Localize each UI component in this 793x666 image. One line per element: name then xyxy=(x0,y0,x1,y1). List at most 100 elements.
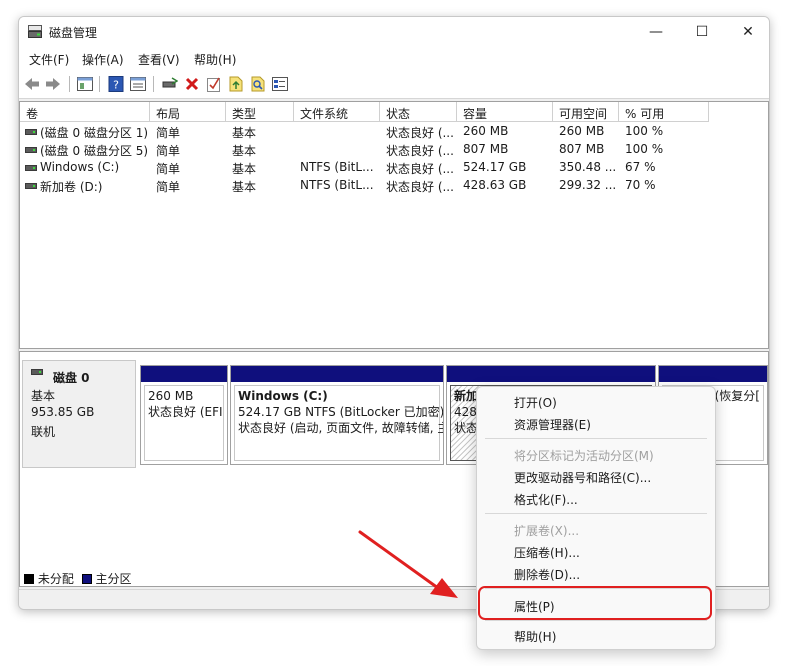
menu-action[interactable]: 操作(A) xyxy=(82,51,124,68)
help-icon[interactable]: ? xyxy=(107,75,125,93)
volume-capacity: 260 MB xyxy=(463,124,509,138)
close-button[interactable]: ✕ xyxy=(725,17,769,47)
back-icon[interactable] xyxy=(23,75,41,93)
menu-item-change-drive-letter[interactable]: 更改驱动器号和路径(C)... xyxy=(514,469,651,486)
partition-efi[interactable]: 260 MB 状态良好 (EFI xyxy=(140,365,228,465)
volume-status: 状态良好 (... xyxy=(386,144,454,158)
volume-free-space: 299.32 ... xyxy=(559,178,617,192)
disk-size: 953.85 GB xyxy=(31,405,95,419)
disk-0-label[interactable]: 磁盘 0 基本 953.85 GB 联机 xyxy=(22,360,136,468)
window-title: 磁盘管理 xyxy=(49,26,98,40)
import-icon[interactable] xyxy=(227,75,245,93)
volume-percent-free: 67 % xyxy=(625,160,656,174)
volume-percent-free: 100 % xyxy=(625,124,664,138)
column-header-type[interactable]: 类型 xyxy=(226,102,294,122)
partition-title: Windows (C:) xyxy=(238,389,328,403)
volume-percent-free: 70 % xyxy=(625,178,656,192)
column-header-filesystem[interactable]: 文件系统 xyxy=(294,102,380,122)
volume-layout: 简单 xyxy=(156,162,181,176)
volume-name: 新加卷 (D:) xyxy=(40,180,103,194)
volume-free-space: 260 MB xyxy=(559,124,605,138)
forward-icon[interactable] xyxy=(44,75,62,93)
partition-size: 260 MB xyxy=(148,389,194,403)
volume-row[interactable]: (磁盘 0 磁盘分区 5) 简单 基本 状态良好 (... 807 MB 807… xyxy=(20,141,768,159)
volume-type: 基本 xyxy=(232,144,257,158)
menu-separator xyxy=(485,620,707,621)
unallocated-swatch xyxy=(24,574,34,584)
column-header-percent-free[interactable]: % 可用 xyxy=(619,102,709,122)
partition-status: 状态良好 (EFI xyxy=(148,405,223,419)
title-bar: 磁盘管理 — ☐ ✕ xyxy=(19,17,769,47)
menu-item-mark-active: 将分区标记为活动分区(M) xyxy=(514,449,654,463)
volume-layout: 简单 xyxy=(156,144,181,158)
volume-row[interactable]: Windows (C:) 简单 基本 NTFS (BitL... 状态良好 (.… xyxy=(20,159,768,177)
toolbar: ? xyxy=(19,69,769,99)
properties-highlight-annotation xyxy=(478,586,712,620)
column-header-status[interactable]: 状态 xyxy=(380,102,457,122)
legend: 未分配 主分区 xyxy=(24,570,132,587)
toolbar-separator xyxy=(69,76,70,92)
view-icon[interactable] xyxy=(129,75,147,93)
volume-icon xyxy=(25,183,37,189)
volume-name: (磁盘 0 磁盘分区 5) xyxy=(40,144,148,158)
volume-name: Windows (C:) xyxy=(40,160,120,174)
connect-icon[interactable] xyxy=(161,75,179,93)
red-arrow-annotation xyxy=(358,530,458,598)
check-icon[interactable] xyxy=(205,75,223,93)
volume-filesystem: NTFS (BitL... xyxy=(300,178,374,192)
primary-partition-bar xyxy=(231,366,443,382)
volume-capacity: 524.17 GB xyxy=(463,160,527,174)
column-header-layout[interactable]: 布局 xyxy=(150,102,226,122)
menu-item-format[interactable]: 格式化(F)... xyxy=(514,491,578,508)
svg-text:?: ? xyxy=(113,79,119,92)
disk-management-app-icon xyxy=(28,25,42,38)
column-header-volume[interactable]: 卷 xyxy=(20,102,150,122)
menu-item-explore[interactable]: 资源管理器(E) xyxy=(514,416,591,433)
primary-partition-bar xyxy=(659,366,767,382)
primary-swatch xyxy=(81,574,92,584)
delete-icon[interactable] xyxy=(183,75,201,93)
volume-capacity: 428.63 GB xyxy=(463,178,527,192)
volume-type: 基本 xyxy=(232,126,257,140)
volume-type: 基本 xyxy=(232,180,257,194)
search-icon[interactable] xyxy=(249,75,267,93)
volume-list: 卷 布局 类型 文件系统 状态 容量 可用空间 % 可用 (磁盘 0 磁盘分区 … xyxy=(19,101,769,349)
volume-type: 基本 xyxy=(232,162,257,176)
volume-icon xyxy=(25,147,37,153)
primary-partition-bar xyxy=(141,366,227,382)
volume-row[interactable]: 新加卷 (D:) 简单 基本 NTFS (BitL... 状态良好 (... 4… xyxy=(20,177,768,195)
legend-primary: 主分区 xyxy=(95,572,132,586)
volume-icon xyxy=(25,165,37,171)
column-header-capacity[interactable]: 容量 xyxy=(457,102,553,122)
legend-unallocated: 未分配 xyxy=(37,572,74,586)
menu-item-extend-volume: 扩展卷(X)... xyxy=(514,524,580,538)
menu-file[interactable]: 文件(F) xyxy=(29,51,69,68)
column-header-free-space[interactable]: 可用空间 xyxy=(553,102,619,122)
volume-status: 状态良好 (... xyxy=(386,126,454,140)
menu-item-delete-volume[interactable]: 删除卷(D)... xyxy=(514,566,580,583)
maximize-button[interactable]: ☐ xyxy=(679,17,725,47)
volume-filesystem: NTFS (BitL... xyxy=(300,160,374,174)
console-icon[interactable] xyxy=(76,75,94,93)
properties-icon[interactable] xyxy=(271,75,289,93)
volume-name: (磁盘 0 磁盘分区 1) xyxy=(40,126,148,140)
minimize-button[interactable]: — xyxy=(633,17,679,47)
menu-item-shrink-volume[interactable]: 压缩卷(H)... xyxy=(514,544,580,561)
menu-separator xyxy=(485,513,707,514)
volume-free-space: 350.48 ... xyxy=(559,160,617,174)
menu-item-open[interactable]: 打开(O) xyxy=(514,394,557,411)
disk-type: 基本 xyxy=(31,389,56,403)
toolbar-separator xyxy=(99,76,100,92)
volume-capacity: 807 MB xyxy=(463,142,509,156)
menu-bar: 文件(F) 操作(A) 查看(V) 帮助(H) xyxy=(19,47,769,69)
partition-windows-c[interactable]: Windows (C:) 524.17 GB NTFS (BitLocker 已… xyxy=(230,365,444,465)
primary-partition-bar xyxy=(447,366,655,382)
toolbar-separator xyxy=(153,76,154,92)
disk-icon xyxy=(31,369,43,375)
menu-separator xyxy=(485,438,707,439)
volume-row[interactable]: (磁盘 0 磁盘分区 1) 简单 基本 状态良好 (... 260 MB 260… xyxy=(20,123,768,141)
menu-view[interactable]: 查看(V) xyxy=(138,51,180,68)
menu-item-help[interactable]: 帮助(H) xyxy=(514,628,556,645)
volume-status: 状态良好 (... xyxy=(386,180,454,194)
menu-help[interactable]: 帮助(H) xyxy=(194,51,236,68)
